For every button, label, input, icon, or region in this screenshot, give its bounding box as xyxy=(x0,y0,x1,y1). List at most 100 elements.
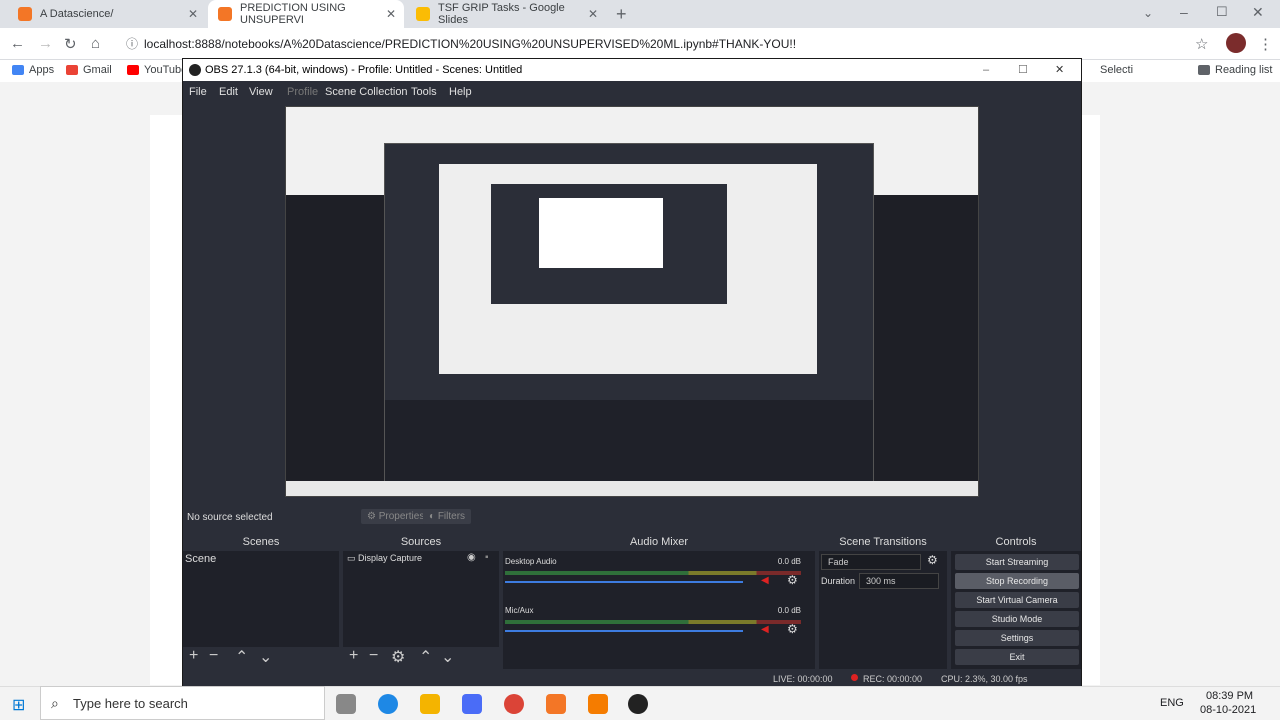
bookmark-gmail[interactable]: Gmail xyxy=(66,64,112,76)
mixer-header: Audio Mixer xyxy=(503,533,815,551)
language-indicator[interactable]: ENG xyxy=(1160,697,1184,709)
cpu-status: CPU: 2.3%, 30.00 fps xyxy=(941,674,1028,684)
preview-nested-capture xyxy=(439,164,817,374)
tab-search-icon[interactable]: ⌄ xyxy=(1143,6,1153,20)
properties-label: Properties xyxy=(378,511,425,522)
transition-select[interactable]: Fade xyxy=(821,554,921,570)
mute-icon[interactable]: ◀ xyxy=(761,624,769,635)
file-explorer-icon[interactable] xyxy=(420,694,440,714)
menu-view[interactable]: View xyxy=(249,86,273,98)
obs-title: OBS 27.1.3 (64-bit, windows) - Profile: … xyxy=(205,64,523,76)
slides-icon xyxy=(416,7,430,21)
properties-button[interactable]: ⚙ Properties xyxy=(361,509,431,524)
add-source-button[interactable]: + xyxy=(349,647,358,665)
start-virtual-camera-button[interactable]: Start Virtual Camera xyxy=(955,592,1079,608)
bookmark-apps[interactable]: Apps xyxy=(12,64,54,76)
vlc-icon[interactable] xyxy=(588,694,608,714)
bookmark-youtube[interactable]: YouTube xyxy=(127,64,187,76)
apps-icon xyxy=(12,65,24,75)
address-bar[interactable]: ⓘ localhost:8888/notebooks/A%20Datascien… xyxy=(118,33,1218,55)
bookmark-label: YouTube xyxy=(144,64,188,76)
close-icon[interactable]: ✕ xyxy=(588,7,598,21)
move-up-button[interactable]: ⌃ xyxy=(235,647,248,667)
duration-input[interactable]: 300 ms xyxy=(859,573,939,589)
obs-window: OBS 27.1.3 (64-bit, windows) - Profile: … xyxy=(182,58,1082,688)
tab-title: A Datascience/ xyxy=(40,8,114,20)
tab-prediction[interactable]: PREDICTION USING UNSUPERVI ✕ xyxy=(208,0,404,28)
mute-icon[interactable]: ◀ xyxy=(761,575,769,586)
menu-file[interactable]: File xyxy=(189,86,207,98)
back-icon[interactable]: ← xyxy=(10,35,25,52)
obs-logo-icon xyxy=(189,64,201,76)
eye-icon[interactable]: ◉ xyxy=(467,552,476,563)
bookmark-reading-list[interactable]: Reading list xyxy=(1198,64,1272,76)
preview-nested-capture-2 xyxy=(539,198,663,268)
edge-icon[interactable] xyxy=(378,694,398,714)
menu-icon[interactable]: ⋮ xyxy=(1258,35,1273,53)
channel-settings-icon[interactable]: ⚙ xyxy=(787,573,798,587)
task-view-icon[interactable] xyxy=(336,694,356,714)
close-icon[interactable]: ✕ xyxy=(188,7,198,21)
menu-tools[interactable]: Tools xyxy=(411,86,437,98)
add-scene-button[interactable]: + xyxy=(189,647,198,665)
source-settings-icon[interactable]: ⚙ xyxy=(391,647,405,667)
minimize-button[interactable]: – xyxy=(1180,4,1188,20)
windows-start-icon[interactable]: ⊞ xyxy=(12,695,25,715)
volume-slider[interactable] xyxy=(505,581,743,583)
menu-scene-collection[interactable]: Scene Collection xyxy=(325,86,408,98)
transition-settings-icon[interactable]: ⚙ xyxy=(927,553,938,567)
exit-button[interactable]: Exit xyxy=(955,649,1079,665)
channel-settings-icon[interactable]: ⚙ xyxy=(787,622,798,636)
close-icon[interactable]: ✕ xyxy=(386,7,396,21)
controls-header: Controls xyxy=(951,533,1081,551)
filters-button[interactable]: ◐ Filters xyxy=(423,509,472,524)
stop-recording-button[interactable]: Stop Recording xyxy=(955,573,1079,589)
zoom-icon[interactable] xyxy=(462,694,482,714)
move-up-button[interactable]: ⌃ xyxy=(419,647,432,667)
window-close-button[interactable]: ✕ xyxy=(1252,4,1264,21)
remove-scene-button[interactable]: − xyxy=(209,647,218,665)
obs-preview[interactable] xyxy=(285,106,979,497)
rec-status: REC: 00:00:00 xyxy=(863,674,923,684)
move-down-button[interactable]: ⌄ xyxy=(441,647,454,667)
obs-minimize-button[interactable]: – xyxy=(983,59,989,81)
chrome-icon[interactable] xyxy=(504,694,524,714)
lock-icon[interactable]: ▪ xyxy=(485,552,489,563)
tab-datascience[interactable]: A Datascience/ ✕ xyxy=(8,0,206,28)
move-down-button[interactable]: ⌄ xyxy=(259,647,272,667)
reload-icon[interactable]: ↻ xyxy=(64,35,77,53)
avatar[interactable] xyxy=(1226,33,1246,53)
menu-profile[interactable]: Profile xyxy=(287,86,318,98)
scene-item[interactable]: Scene xyxy=(185,553,216,565)
taskbar-search[interactable]: ⌕ Type here to search xyxy=(40,686,325,720)
rec-dot-icon xyxy=(851,674,858,681)
maximize-button[interactable]: ☐ xyxy=(1216,4,1228,20)
reading-list-icon xyxy=(1198,65,1210,75)
new-tab-button[interactable]: + xyxy=(616,4,627,25)
menu-edit[interactable]: Edit xyxy=(219,86,238,98)
transitions-header: Scene Transitions xyxy=(819,533,947,551)
volume-slider[interactable] xyxy=(505,630,743,632)
menu-help[interactable]: Help xyxy=(449,86,472,98)
jupyter-taskbar-icon[interactable] xyxy=(546,694,566,714)
remove-source-button[interactable]: − xyxy=(369,647,378,665)
obs-close-button[interactable]: ✕ xyxy=(1055,59,1064,81)
obs-maximize-button[interactable]: ☐ xyxy=(1018,59,1028,81)
sources-dock: Sources ▭ Display Capture ◉ ▪ + − ⚙ ⌃ ⌄ xyxy=(343,533,499,669)
filters-label: Filters xyxy=(437,511,466,522)
duration-label: Duration xyxy=(821,576,856,586)
obs-taskbar-icon[interactable] xyxy=(628,694,648,714)
studio-mode-button[interactable]: Studio Mode xyxy=(955,611,1079,627)
start-streaming-button[interactable]: Start Streaming xyxy=(955,554,1079,570)
home-icon[interactable]: ⌂ xyxy=(91,35,100,52)
transition-value: Fade xyxy=(828,557,849,567)
channel-db: 0.0 dB xyxy=(777,606,801,615)
settings-button[interactable]: Settings xyxy=(955,630,1079,646)
clock-time[interactable]: 08:39 PM xyxy=(1206,690,1253,702)
controls-dock: Controls Start Streaming Stop Recording … xyxy=(951,533,1081,669)
source-item[interactable]: ▭ Display Capture xyxy=(347,553,422,564)
tab-title: PREDICTION USING UNSUPERVI xyxy=(240,2,346,26)
clock-date[interactable]: 08-10-2021 xyxy=(1200,704,1256,716)
tab-slides[interactable]: TSF GRIP Tasks - Google Slides ✕ xyxy=(406,0,606,28)
forward-icon[interactable]: → xyxy=(38,35,53,52)
